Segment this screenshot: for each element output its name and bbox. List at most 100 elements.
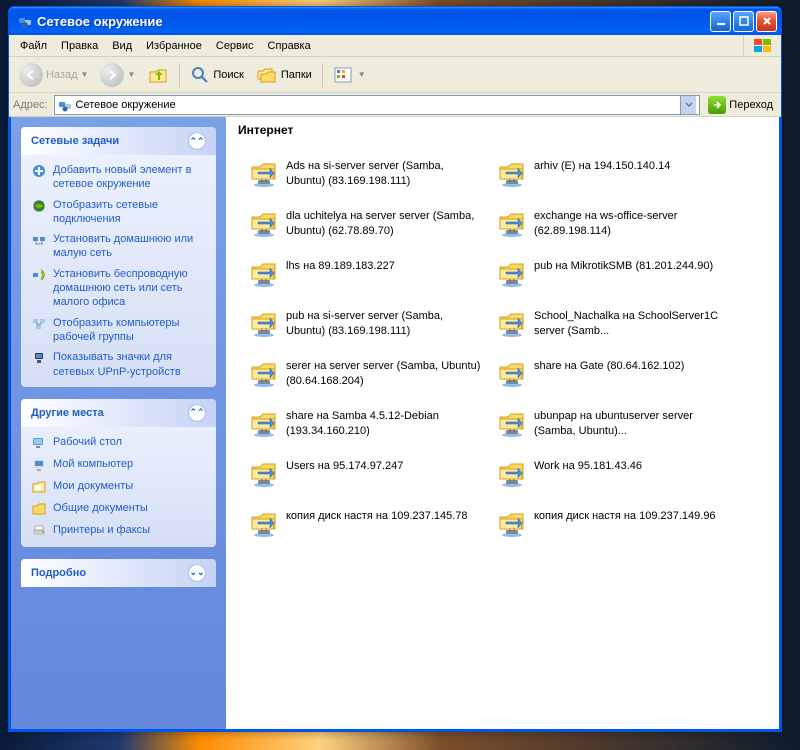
item-label: lhs на 89.189.183.227 [286,257,395,274]
place-label: Мой компьютер [53,457,133,471]
place-icon [31,435,47,451]
share-folder-icon [496,507,528,539]
share-folder-icon [248,207,280,239]
share-folder-icon [248,457,280,489]
panel-header[interactable]: Другие места ⌃⌃ [21,399,216,427]
panel-header[interactable]: Сетевые задачи ⌃⌃ [21,127,216,155]
network-share-item[interactable]: share на Samba 4.5.12-Debian (193.34.160… [244,403,492,453]
go-label: Переход [729,99,773,111]
panel-header[interactable]: Подробно ⌄⌄ [21,559,216,587]
views-button[interactable]: ▼ [329,63,370,87]
panel-details: Подробно ⌄⌄ [21,559,216,587]
network-share-item[interactable]: Ads на si-server server (Samba, Ubuntu) … [244,153,492,203]
place-icon [31,523,47,539]
share-folder-icon [496,207,528,239]
back-button[interactable]: Назад ▼ [15,61,92,89]
place-label: Мои документы [53,479,133,493]
forward-button[interactable]: ▼ [96,61,139,89]
maximize-button[interactable] [733,11,754,32]
task-link[interactable]: Показывать значки для сетевых UPnP-устро… [31,350,206,379]
address-input[interactable]: Сетевое окружение [54,95,701,115]
place-link[interactable]: Общие документы [31,501,206,517]
place-link[interactable]: Принтеры и факсы [31,523,206,539]
window-title: Сетевое окружение [37,14,710,29]
collapse-icon: ⌃⌃ [188,132,206,150]
item-label: pub на si-server server (Samba, Ubuntu) … [286,307,484,339]
task-link[interactable]: Установить домашнюю или малую сеть [31,232,206,261]
share-folder-icon [248,257,280,289]
place-link[interactable]: Мой компьютер [31,457,206,473]
share-folder-icon [248,307,280,339]
task-link[interactable]: Отобразить компьютеры рабочей группы [31,316,206,345]
share-folder-icon [248,407,280,439]
network-share-item[interactable]: копия диск настя на 109.237.149.96 [492,503,740,553]
network-share-item[interactable]: копия диск настя на 109.237.145.78 [244,503,492,553]
network-share-item[interactable]: Work на 95.181.43.46 [492,453,740,503]
menu-favorites[interactable]: Избранное [139,38,209,54]
address-dropdown[interactable] [680,96,696,114]
up-button[interactable] [143,62,173,88]
task-label: Отобразить сетевые подключения [53,198,206,227]
item-label: ubunpap на ubuntuserver server (Samba, U… [534,407,732,439]
task-label: Отобразить компьютеры рабочей группы [53,316,206,345]
close-button[interactable] [756,11,777,32]
menu-edit[interactable]: Правка [54,38,105,54]
task-icon [31,267,47,283]
share-folder-icon [496,407,528,439]
item-label: School_Nachalka на SchoolServer1C server… [534,307,732,339]
item-label: копия диск настя на 109.237.145.78 [286,507,468,524]
menu-tools[interactable]: Сервис [209,38,261,54]
network-share-item[interactable]: arhiv (E) на 194.150.140.14 [492,153,740,203]
go-button[interactable]: Переход [704,96,777,114]
task-label: Показывать значки для сетевых UPnP-устро… [53,350,206,379]
menu-help[interactable]: Справка [261,38,318,54]
share-folder-icon [496,257,528,289]
menu-view[interactable]: Вид [105,38,139,54]
folders-button[interactable]: Папки [252,63,316,87]
network-share-item[interactable]: exchange на ws-office-server (62.89.198.… [492,203,740,253]
panel-network-tasks: Сетевые задачи ⌃⌃ Добавить новый элемент… [21,127,216,387]
search-button[interactable]: Поиск [186,63,247,87]
task-link[interactable]: Установить беспроводную домашнюю сеть ил… [31,267,206,310]
place-link[interactable]: Мои документы [31,479,206,495]
network-share-item[interactable]: School_Nachalka на SchoolServer1C server… [492,303,740,353]
share-folder-icon [496,307,528,339]
network-share-item[interactable]: pub на si-server server (Samba, Ubuntu) … [244,303,492,353]
titlebar[interactable]: Сетевое окружение [9,7,781,35]
folders-label: Папки [281,69,312,81]
network-share-item[interactable]: dla uchitelya на server server (Samba, U… [244,203,492,253]
item-label: dla uchitelya на server server (Samba, U… [286,207,484,239]
collapse-icon: ⌃⌃ [188,404,206,422]
item-label: Ads на si-server server (Samba, Ubuntu) … [286,157,484,189]
share-folder-icon [248,507,280,539]
content-pane: Интернет Ads на si-server server (Samba,… [226,117,779,729]
network-share-item[interactable]: lhs на 89.189.183.227 [244,253,492,303]
place-label: Рабочий стол [53,435,122,449]
network-share-item[interactable]: Users на 95.174.97.247 [244,453,492,503]
panel-title: Подробно [31,567,86,579]
panel-title: Другие места [31,407,104,419]
folders-icon [256,65,278,85]
minimize-button[interactable] [710,11,731,32]
network-share-item[interactable]: serer на server server (Samba, Ubuntu) (… [244,353,492,403]
item-label: share на Gate (80.64.162.102) [534,357,684,374]
addressbar: Адрес: Сетевое окружение Переход [9,93,781,117]
network-share-item[interactable]: share на Gate (80.64.162.102) [492,353,740,403]
menu-file[interactable]: Файл [13,38,54,54]
place-link[interactable]: Рабочий стол [31,435,206,451]
network-share-item[interactable]: ubunpap на ubuntuserver server (Samba, U… [492,403,740,453]
dropdown-icon: ▼ [81,70,89,79]
network-share-item[interactable]: pub на MikrotikSMB (81.201.244.90) [492,253,740,303]
address-value: Сетевое окружение [76,99,677,111]
item-label: exchange на ws-office-server (62.89.198.… [534,207,732,239]
item-label: arhiv (E) на 194.150.140.14 [534,157,670,174]
task-link[interactable]: Отобразить сетевые подключения [31,198,206,227]
place-icon [31,479,47,495]
network-places-icon [17,13,33,29]
panel-title: Сетевые задачи [31,135,119,147]
task-link[interactable]: Добавить новый элемент в сетевое окружен… [31,163,206,192]
place-label: Общие документы [53,501,148,515]
section-header: Интернет [226,121,779,153]
share-folder-icon [248,357,280,389]
item-label: Users на 95.174.97.247 [286,457,403,474]
